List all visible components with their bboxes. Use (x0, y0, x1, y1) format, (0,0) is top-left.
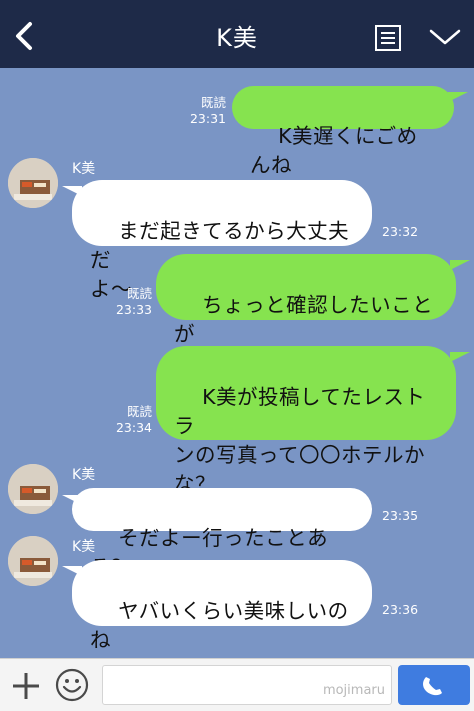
read-receipt: 既読 (200, 95, 226, 110)
chat-header: K美 (0, 0, 474, 68)
message-time: 23:33 (115, 302, 152, 317)
avatar-photo-icon (8, 158, 58, 208)
message-time: 23:36 (382, 602, 419, 617)
message-bubble-outgoing[interactable]: K美が投稿してたレストラ ンの写真って〇〇ホテルか な？ (156, 346, 456, 496)
call-button[interactable] (398, 665, 470, 705)
sender-name: K美 (72, 539, 96, 555)
read-receipt: 既読 (126, 286, 152, 301)
message-time: 23:35 (382, 508, 419, 523)
avatar[interactable] (8, 464, 58, 514)
phone-icon (423, 677, 442, 696)
message-bubble-incoming[interactable]: ヤバいくらい美味しいのね ！ (72, 560, 372, 681)
message-meta: 既読 23:34 (110, 404, 152, 436)
message-list[interactable]: 既読 23:31 K美遅くにごめんね K美 まだ起きてるから大丈夫だ よ〜 23… (0, 68, 474, 681)
sender-name: K美 (72, 161, 96, 177)
chat-title: K美 (216, 24, 258, 52)
message-text: K美遅くにごめんね (250, 124, 418, 177)
message-input-bar: mojimaru (0, 658, 474, 711)
avatar-photo-icon (8, 464, 58, 514)
message-time: 23:32 (382, 224, 419, 239)
list-icon[interactable] (374, 24, 402, 52)
message-bubble-outgoing[interactable]: ちょっと確認したいことが あってね (156, 254, 456, 375)
message-bubble-incoming[interactable]: まだ起きてるから大丈夫だ よ〜 (72, 180, 372, 301)
plus-icon[interactable] (10, 670, 42, 702)
message-time: 23:34 (115, 420, 152, 435)
message-text: K美が投稿してたレストラ ンの写真って〇〇ホテルか な？ (174, 385, 426, 496)
message-bubble-incoming[interactable]: そだよー行ったことある？ (72, 488, 372, 579)
chevron-down-icon[interactable] (428, 26, 462, 48)
watermark: mojimaru (322, 683, 385, 698)
avatar[interactable] (8, 158, 58, 208)
message-time: 23:31 (189, 111, 226, 126)
read-receipt: 既読 (126, 404, 152, 419)
avatar[interactable] (8, 536, 58, 586)
message-bubble-outgoing[interactable]: K美遅くにごめんね (232, 86, 454, 177)
bubble-tail (450, 260, 470, 270)
message-input[interactable]: mojimaru (102, 665, 392, 705)
smiley-icon[interactable] (54, 667, 90, 703)
bubble-tail (448, 92, 468, 102)
bubble-tail (450, 352, 470, 362)
message-meta: 既読 23:31 (186, 95, 226, 127)
avatar-photo-icon (8, 536, 58, 586)
sender-name: K美 (72, 467, 96, 483)
message-meta: 既読 23:33 (110, 286, 152, 318)
